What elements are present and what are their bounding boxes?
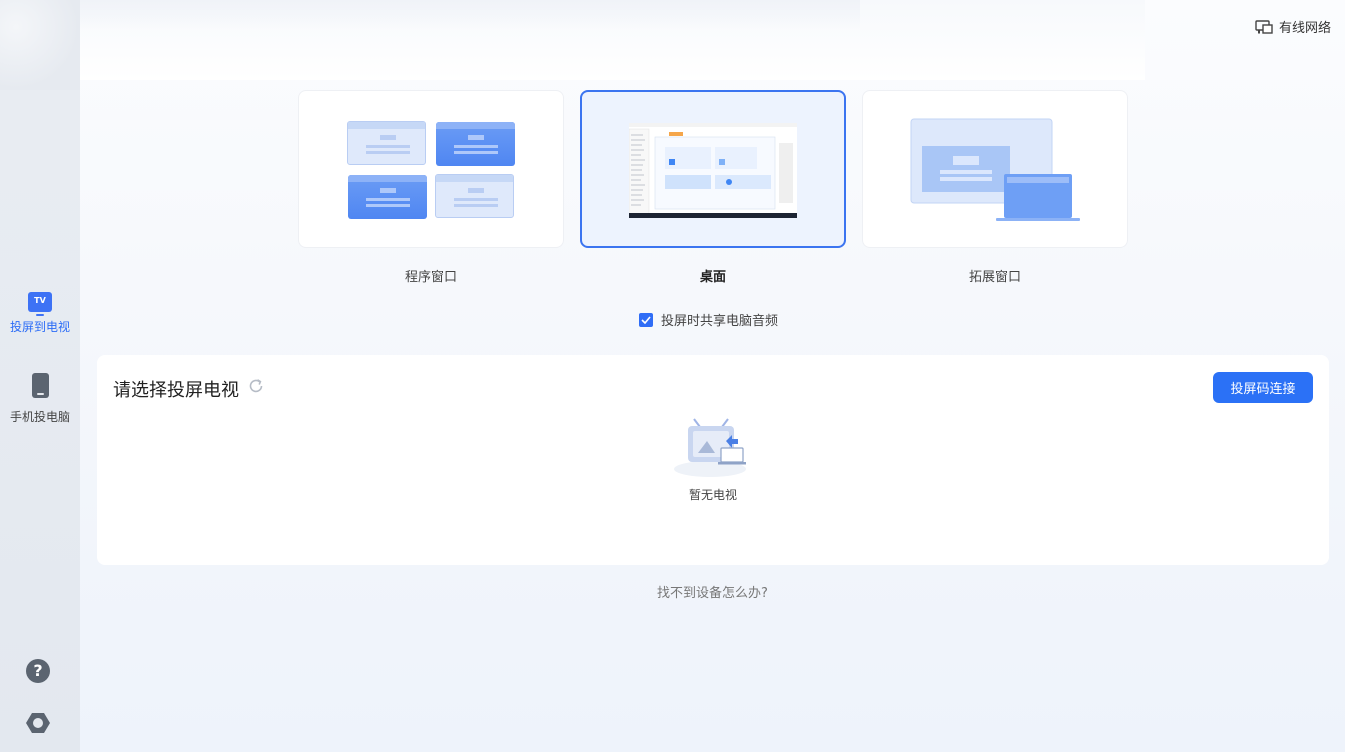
- mode-label-program-window: 程序窗口: [404, 270, 457, 285]
- phone-icon: [31, 373, 49, 398]
- mode-label-desktop: 桌面: [699, 270, 726, 285]
- sidebar: TV 投屏到电视 手机投电脑 ?: [0, 0, 80, 752]
- share-audio-checkbox-row[interactable]: 投屏时共享电脑音频: [639, 310, 778, 329]
- panel-title: 请选择投屏电视: [113, 380, 239, 401]
- help-icon[interactable]: ?: [26, 659, 50, 683]
- mode-card-program-window[interactable]: [298, 90, 564, 248]
- refresh-icon[interactable]: [247, 377, 265, 395]
- mode-label-extended-window: 拓展窗口: [968, 270, 1021, 285]
- sidebar-item-cast-to-tv[interactable]: TV 投屏到电视: [0, 288, 80, 335]
- tv-icon: TV: [28, 292, 52, 316]
- sidebar-item-label: 手机投电脑: [9, 410, 70, 424]
- sidebar-backdrop: [0, 0, 80, 90]
- share-audio-label: 投屏时共享电脑音频: [661, 314, 779, 329]
- no-tv-illustration: [674, 418, 746, 477]
- window-thumb: [435, 174, 514, 218]
- extended-display-illustration: [910, 118, 1080, 221]
- ghost-backdrop: [80, 0, 860, 30]
- mode-card-desktop[interactable]: [580, 90, 846, 248]
- sidebar-item-label: 投屏到电视: [9, 320, 70, 334]
- window-thumb: [436, 122, 515, 166]
- desktop-thumbnail: [629, 123, 797, 218]
- device-not-found-help-link[interactable]: 找不到设备怎么办?: [80, 582, 1345, 601]
- cast-code-connect-button[interactable]: 投屏码连接: [1213, 372, 1313, 403]
- window-thumb: [348, 175, 427, 219]
- wired-network-icon: [1255, 19, 1273, 34]
- sidebar-item-phone-to-pc[interactable]: 手机投电脑: [0, 373, 80, 425]
- window-thumb: [347, 121, 426, 165]
- settings-icon[interactable]: [26, 711, 50, 735]
- network-status[interactable]: 有线网络: [1255, 17, 1331, 36]
- mode-card-extended-window[interactable]: [862, 90, 1128, 248]
- tv-selection-panel: 请选择投屏电视 投屏码连接 暂无电视: [97, 355, 1329, 565]
- empty-state-text: 暂无电视: [688, 488, 737, 502]
- top-strip: [80, 0, 1145, 80]
- checkbox-checked-icon[interactable]: [639, 312, 653, 327]
- network-label: 有线网络: [1278, 21, 1331, 36]
